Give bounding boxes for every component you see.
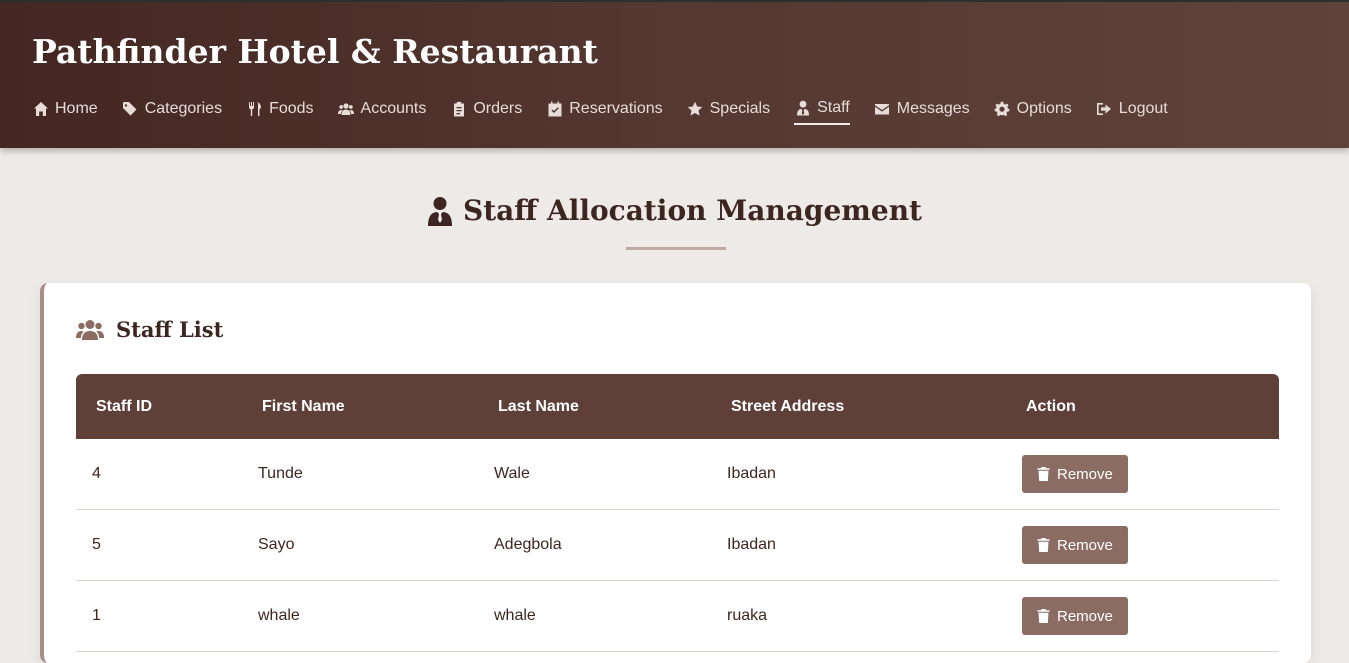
nav-item-specials[interactable]: Specials	[687, 96, 770, 124]
remove-button[interactable]: Remove	[1022, 455, 1128, 493]
page-heading: Staff Allocation Management	[0, 194, 1349, 227]
nav-label: Categories	[144, 100, 223, 117]
staff-id-cell: 5	[92, 536, 101, 553]
table-row: 5 Sayo Adegbola Ibadan Remove	[76, 510, 1279, 581]
home-icon	[32, 101, 49, 118]
nav-label: Logout	[1118, 100, 1168, 117]
staff-list-card: Staff List Staff ID First Name Last Name…	[40, 283, 1311, 663]
nav-item-options[interactable]: Options	[994, 96, 1072, 124]
nav-item-accounts[interactable]: Accounts	[338, 96, 427, 124]
trash-icon	[1037, 467, 1050, 481]
nav-label: Options	[1016, 100, 1072, 117]
nav-item-reservations[interactable]: Reservations	[546, 96, 663, 124]
envelope-icon	[874, 101, 891, 118]
first-name-cell: Sayo	[258, 536, 295, 553]
staff-table: Staff ID First Name Last Name Street Add…	[76, 374, 1279, 652]
nav-item-staff[interactable]: Staff	[794, 95, 850, 125]
nav-item-home[interactable]: Home	[32, 96, 98, 124]
calendar-check-icon	[546, 101, 563, 118]
nav-item-orders[interactable]: Orders	[450, 96, 522, 124]
user-tie-icon	[794, 100, 811, 117]
column-header-street-address[interactable]: Street Address	[727, 398, 1022, 416]
page-title: Staff Allocation Management	[462, 194, 922, 227]
column-header-action: Action	[1026, 397, 1076, 415]
nav-label: Reservations	[569, 100, 663, 117]
nav-label: Foods	[269, 100, 314, 117]
remove-button[interactable]: Remove	[1022, 526, 1128, 564]
heading-divider	[626, 247, 726, 250]
column-header-staff-id[interactable]: Staff ID	[76, 398, 258, 416]
nav-item-logout[interactable]: Logout	[1096, 96, 1168, 124]
street-address-cell: ruaka	[727, 607, 768, 624]
remove-button[interactable]: Remove	[1022, 597, 1128, 635]
users-icon	[76, 319, 104, 340]
gear-icon	[994, 101, 1011, 118]
user-tie-icon	[427, 196, 452, 226]
staff-id-cell: 4	[92, 465, 101, 482]
site-title: Pathfinder Hotel & Restaurant	[32, 32, 598, 71]
action-cell: Remove	[1022, 526, 1279, 564]
action-cell: Remove	[1022, 597, 1279, 635]
sign-out-icon	[1096, 101, 1113, 118]
tags-icon	[122, 101, 139, 118]
main-nav: Home Categories Foods Accounts Orders Re…	[32, 95, 1168, 125]
utensils-icon	[246, 101, 263, 118]
trash-icon	[1037, 609, 1050, 623]
last-name-cell: Adegbola	[494, 536, 562, 553]
last-name-cell: whale	[494, 607, 536, 624]
nav-label: Accounts	[360, 100, 427, 117]
trash-icon	[1037, 538, 1050, 552]
clipboard-icon	[450, 101, 467, 118]
column-header-first-name[interactable]: First Name	[258, 398, 494, 416]
nav-label: Messages	[896, 100, 970, 117]
remove-button-label: Remove	[1057, 465, 1113, 483]
action-cell: Remove	[1022, 455, 1279, 493]
nav-item-categories[interactable]: Categories	[122, 96, 222, 124]
first-name-cell: whale	[258, 607, 300, 624]
nav-label: Specials	[709, 100, 771, 117]
table-row: 1 whale whale ruaka Remove	[76, 581, 1279, 652]
star-icon	[687, 101, 704, 118]
column-header-last-name[interactable]: Last Name	[494, 398, 727, 416]
nav-label: Staff	[817, 99, 850, 116]
table-row: 4 Tunde Wale Ibadan Remove	[76, 439, 1279, 510]
last-name-cell: Wale	[494, 465, 530, 482]
staff-id-cell: 1	[92, 607, 101, 624]
remove-button-label: Remove	[1057, 536, 1113, 554]
nav-item-foods[interactable]: Foods	[246, 96, 314, 124]
street-address-cell: Ibadan	[727, 465, 776, 482]
nav-label: Orders	[473, 100, 523, 117]
nav-item-messages[interactable]: Messages	[874, 96, 970, 124]
card-title: Staff List	[116, 317, 224, 342]
card-header: Staff List	[76, 317, 223, 342]
users-icon	[338, 101, 355, 118]
street-address-cell: Ibadan	[727, 536, 776, 553]
site-header: Pathfinder Hotel & Restaurant Home Categ…	[0, 0, 1349, 148]
table-header: Staff ID First Name Last Name Street Add…	[76, 374, 1279, 439]
nav-label: Home	[55, 100, 98, 117]
first-name-cell: Tunde	[258, 465, 303, 482]
remove-button-label: Remove	[1057, 607, 1113, 625]
